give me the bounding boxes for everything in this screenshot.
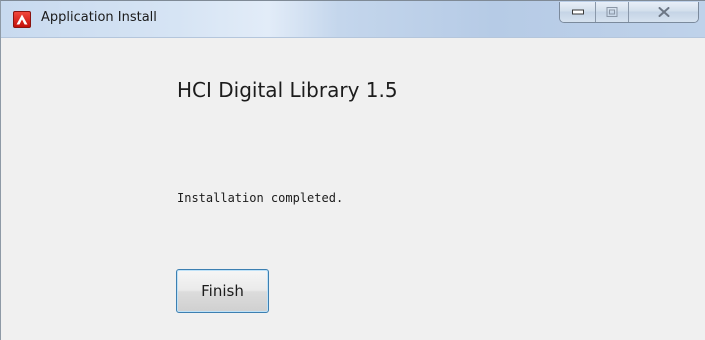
maximize-button[interactable] (596, 2, 629, 22)
finish-button[interactable]: Finish (176, 269, 269, 313)
caption-buttons (559, 2, 699, 23)
window-title: Application Install (41, 10, 157, 25)
close-button[interactable] (629, 2, 698, 22)
minimize-button[interactable] (560, 2, 596, 22)
install-content: HCI Digital Library 1.5 Installation com… (1, 38, 705, 340)
install-status: Installation completed. (177, 191, 344, 205)
adobe-air-icon (13, 11, 31, 28)
minimize-icon (571, 9, 584, 15)
installer-window: Application Install HCI Digital Library … (0, 0, 705, 340)
close-icon (658, 7, 669, 17)
adobe-air-glyph (16, 14, 28, 25)
maximize-icon (606, 7, 618, 17)
application-name: HCI Digital Library 1.5 (177, 78, 398, 102)
title-bar[interactable]: Application Install (1, 1, 705, 38)
